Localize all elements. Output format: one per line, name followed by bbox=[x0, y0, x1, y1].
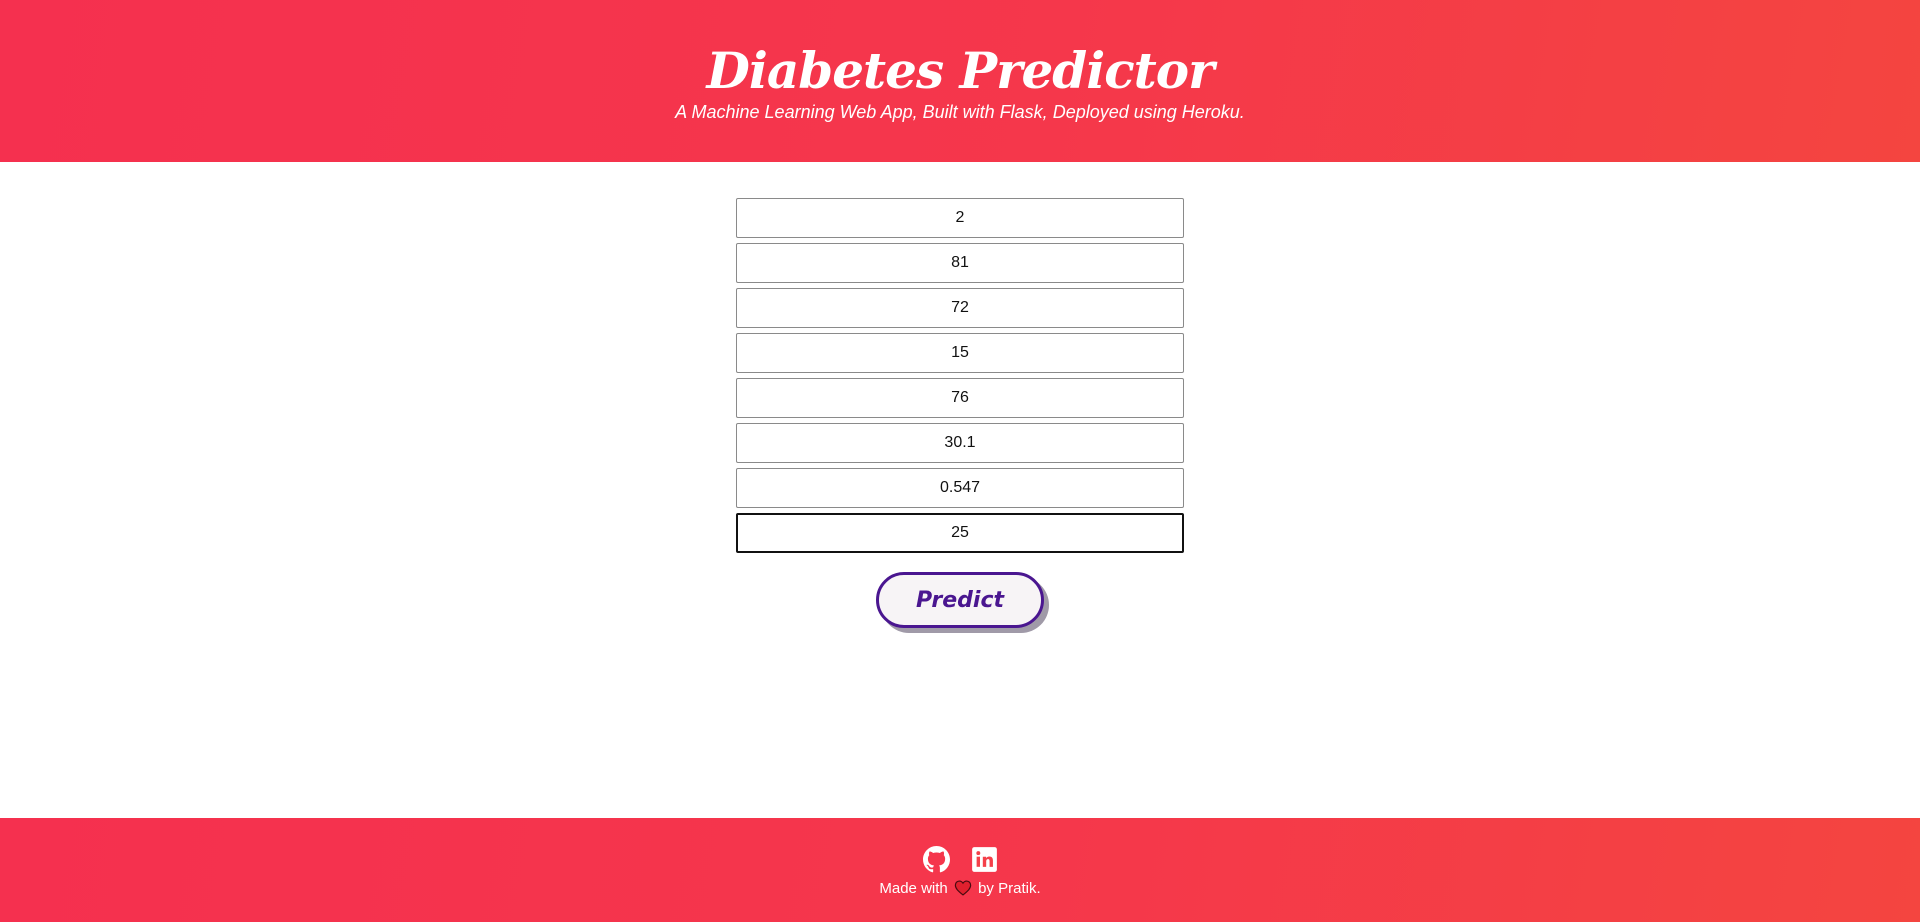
input-field-2[interactable] bbox=[736, 243, 1184, 283]
author-text: by Pratik. bbox=[978, 880, 1041, 897]
header: Diabetes Predictor A Machine Learning We… bbox=[0, 0, 1920, 162]
predict-button[interactable]: Predict bbox=[876, 572, 1044, 628]
input-field-1[interactable] bbox=[736, 198, 1184, 238]
github-icon bbox=[922, 846, 950, 873]
input-field-4[interactable] bbox=[736, 333, 1184, 373]
input-field-6[interactable] bbox=[736, 423, 1184, 463]
page: Diabetes Predictor A Machine Learning We… bbox=[0, 0, 1920, 922]
predict-button-wrapper: Predict bbox=[876, 572, 1044, 628]
linkedin-link[interactable] bbox=[971, 846, 998, 873]
linkedin-icon bbox=[971, 847, 997, 872]
footer: Made with by Pratik. bbox=[0, 818, 1920, 922]
social-links bbox=[0, 846, 1920, 874]
input-field-5[interactable] bbox=[736, 378, 1184, 418]
input-field-8[interactable] bbox=[736, 513, 1184, 553]
footer-credit: Made with by Pratik. bbox=[0, 879, 1920, 899]
input-field-3[interactable] bbox=[736, 288, 1184, 328]
github-link[interactable] bbox=[922, 846, 950, 873]
page-subtitle: A Machine Learning Web App, Built with F… bbox=[675, 102, 1245, 122]
made-with-text: Made with bbox=[879, 880, 948, 897]
prediction-form bbox=[736, 198, 1184, 558]
input-field-7[interactable] bbox=[736, 468, 1184, 508]
page-title: Diabetes Predictor bbox=[706, 41, 1215, 100]
heart-icon bbox=[954, 880, 972, 896]
